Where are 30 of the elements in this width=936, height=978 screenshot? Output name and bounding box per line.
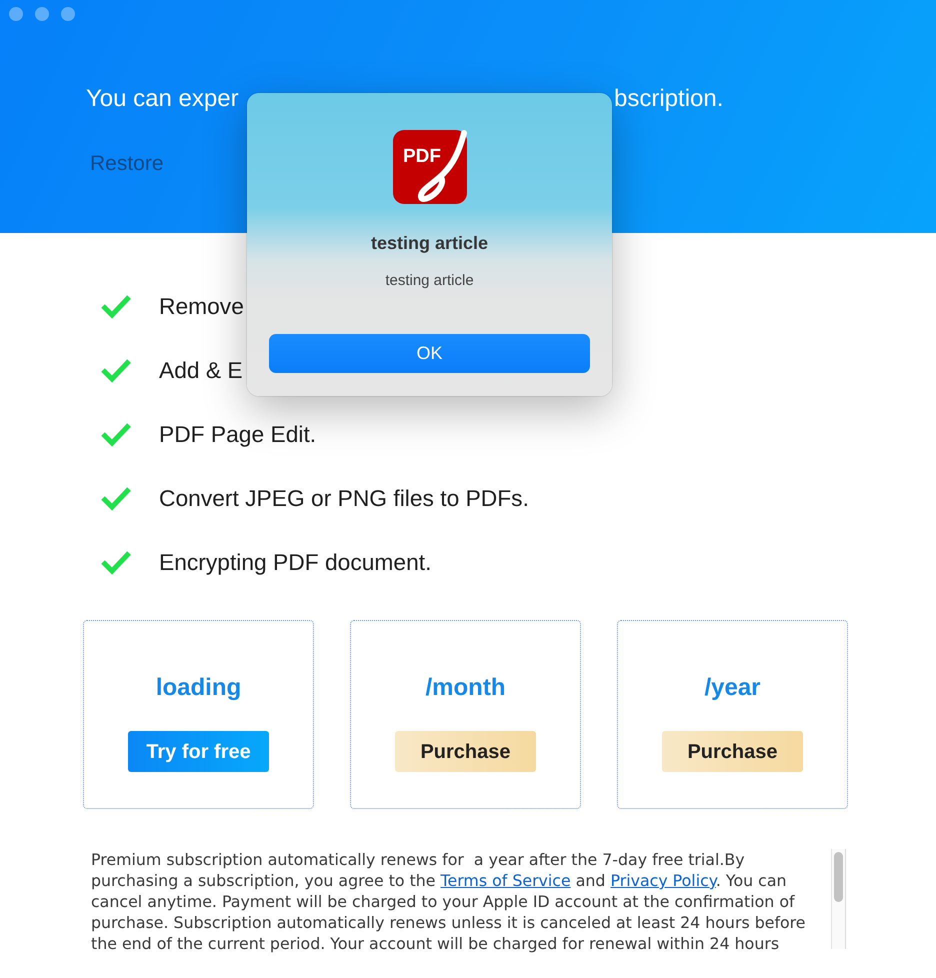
ok-button[interactable]: OK (269, 334, 590, 373)
checkmark-icon (100, 549, 132, 575)
trial-button[interactable]: Try for free (128, 731, 269, 772)
terms-link[interactable]: Terms of Service (440, 871, 571, 890)
plan-title: loading (156, 673, 242, 703)
checkmark-icon (100, 485, 132, 511)
headline-text: bscription. (614, 84, 724, 114)
checkmark-icon (100, 421, 132, 447)
headline-text: You can exper (86, 84, 239, 114)
window-close-button[interactable] (9, 7, 23, 21)
dialog-title: testing article (370, 232, 488, 254)
subscription-terms-text: Premium subscription automatically renews for a year after the 7-day free trial.By purchasing a subscription, you agree to the Terms of Service and Privacy Policy. You can cancel anytime. Payment will be charged to your Apple ID account at the confirmation of purchase. Subscription automatically renews unless it is canceled at least 24 hours before the end of the current period. Your account will be charged for renewal within 24 hours (91, 849, 807, 954)
purchase-button[interactable]: Purchase (662, 731, 803, 772)
dialog-message: testing article (385, 271, 474, 291)
feature-text: Remove (159, 292, 244, 321)
feature-text: Add & E (159, 356, 243, 385)
checkmark-icon (100, 293, 132, 319)
window-zoom-button[interactable] (61, 7, 75, 21)
feature-text: PDF Page Edit. (159, 420, 316, 449)
checkmark-icon (100, 357, 132, 383)
plan-title: /month (426, 673, 506, 703)
window-minimize-button[interactable] (35, 7, 49, 21)
plan-title: /year (704, 673, 761, 703)
scrollbar-thumb[interactable] (834, 852, 843, 902)
feature-text: Encrypting PDF document. (159, 548, 432, 577)
purchase-button[interactable]: Purchase (395, 731, 536, 772)
scrollbar[interactable] (831, 849, 846, 949)
feature-text: Convert JPEG or PNG files to PDFs. (159, 484, 529, 513)
policy-link[interactable]: Privacy Policy (610, 871, 716, 890)
app-logo: PDF (392, 130, 466, 204)
